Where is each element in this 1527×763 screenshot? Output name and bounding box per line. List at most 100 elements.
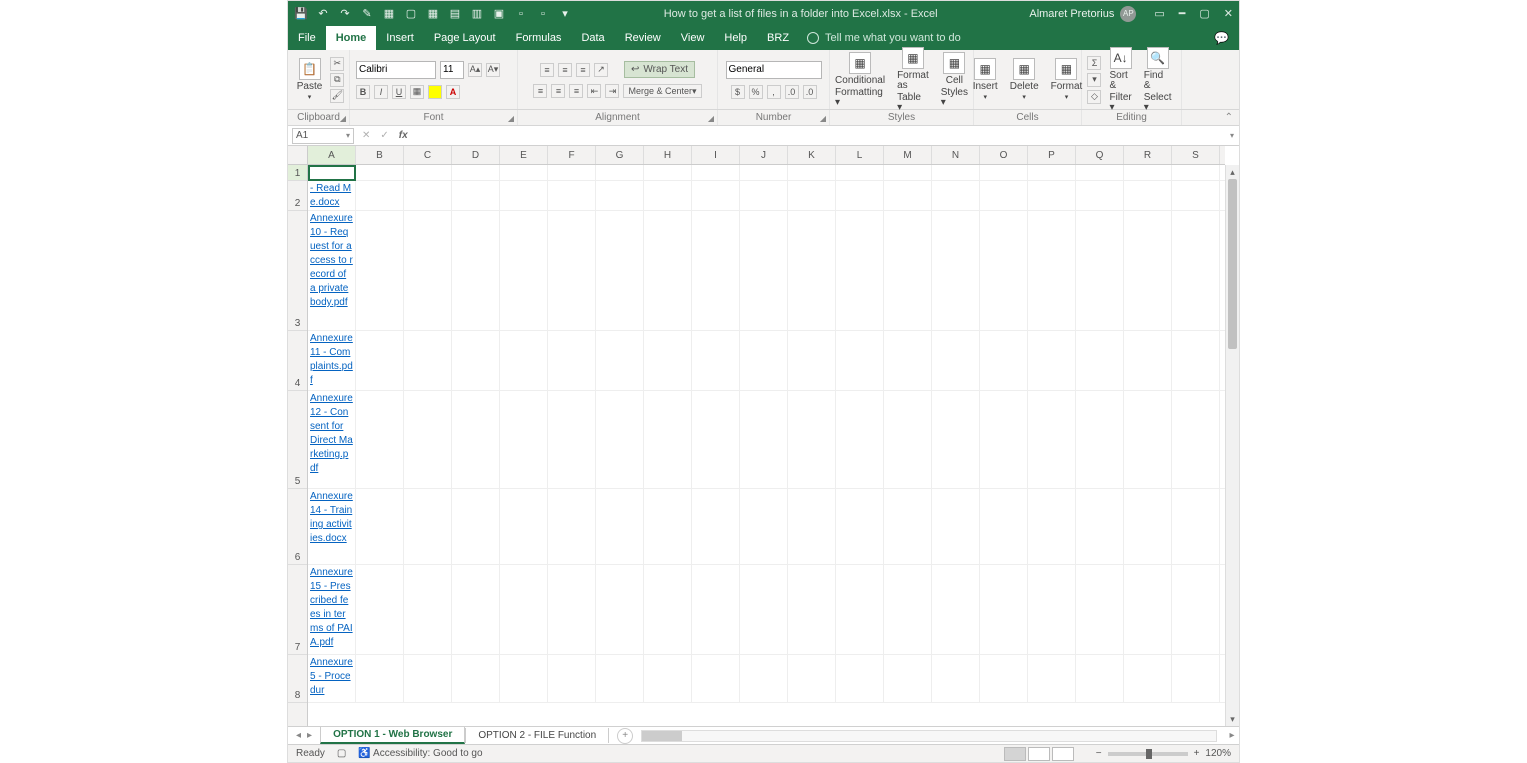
scroll-up-icon[interactable]: ▴ <box>1226 165 1239 179</box>
cell[interactable]: Annexure 15 - Prescribed fees in terms o… <box>308 565 356 655</box>
cancel-formula-icon[interactable]: ✕ <box>362 130 370 141</box>
cell[interactable]: Annexure 10 - Request for access to reco… <box>308 211 356 331</box>
cell[interactable] <box>452 391 500 489</box>
cell[interactable] <box>596 655 644 703</box>
cell[interactable] <box>1028 655 1076 703</box>
cell-styles-button[interactable]: ▦ Cell Styles ▾ <box>937 52 972 108</box>
column-header[interactable]: I <box>692 146 740 164</box>
cell[interactable] <box>452 331 500 391</box>
row-header[interactable]: 8 <box>288 655 307 703</box>
cell[interactable] <box>1076 165 1124 181</box>
cell[interactable] <box>692 391 740 489</box>
accounting-icon[interactable]: $ <box>731 85 745 99</box>
cell[interactable] <box>500 565 548 655</box>
cell[interactable] <box>932 165 980 181</box>
cell[interactable] <box>980 165 1028 181</box>
italic-button[interactable]: I <box>374 85 388 99</box>
cell[interactable] <box>884 331 932 391</box>
cell[interactable] <box>644 181 692 211</box>
cell[interactable]: - Read Me.docx <box>308 181 356 211</box>
cell[interactable] <box>932 655 980 703</box>
row-header[interactable]: 2 <box>288 181 307 211</box>
sort-filter-button[interactable]: A↓ Sort & Filter ▾ <box>1105 47 1135 113</box>
worksheet-grid[interactable]: ABCDEFGHIJKLMNOPQRS 12345678 - Read Me.d… <box>288 146 1239 726</box>
cell[interactable] <box>452 489 500 565</box>
cell[interactable] <box>404 165 452 181</box>
cell[interactable] <box>548 331 596 391</box>
cell[interactable] <box>1124 165 1172 181</box>
cell[interactable] <box>1076 391 1124 489</box>
border-icon-1[interactable]: ▢ <box>404 7 418 21</box>
cell[interactable] <box>548 565 596 655</box>
cell[interactable] <box>836 655 884 703</box>
align-left-icon[interactable]: ≡ <box>533 84 547 98</box>
border-icon-2[interactable]: ▦ <box>426 7 440 21</box>
cell[interactable] <box>356 391 404 489</box>
comma-icon[interactable]: , <box>767 85 781 99</box>
cell[interactable] <box>596 165 644 181</box>
tab-home[interactable]: Home <box>326 26 377 50</box>
cell[interactable] <box>980 489 1028 565</box>
fx-icon[interactable]: fx <box>399 130 408 141</box>
cell[interactable] <box>644 331 692 391</box>
align-top-icon[interactable]: ≡ <box>540 63 554 77</box>
sheet-tab-option2[interactable]: OPTION 2 - FILE Function <box>465 728 609 743</box>
cell[interactable] <box>1124 391 1172 489</box>
cell[interactable] <box>884 489 932 565</box>
cell[interactable] <box>1124 489 1172 565</box>
cell[interactable] <box>404 331 452 391</box>
cell[interactable] <box>1076 181 1124 211</box>
tab-formulas[interactable]: Formulas <box>506 26 572 50</box>
conditional-formatting-button[interactable]: ▦ Conditional Formatting ▾ <box>831 52 889 108</box>
font-name-input[interactable] <box>356 61 436 79</box>
fill-color-button[interactable] <box>428 85 442 99</box>
indent-increase-icon[interactable]: ⇥ <box>605 84 619 98</box>
cell[interactable] <box>1172 165 1220 181</box>
row-header[interactable]: 1 <box>288 165 307 181</box>
column-header[interactable]: F <box>548 146 596 164</box>
cell[interactable] <box>692 489 740 565</box>
ribbon-options-icon[interactable]: ▭ <box>1154 7 1164 20</box>
cell[interactable] <box>548 655 596 703</box>
dialog-launcher-icon[interactable]: ◢ <box>508 114 514 123</box>
cell[interactable] <box>740 181 788 211</box>
tab-view[interactable]: View <box>671 26 715 50</box>
cell[interactable] <box>1028 165 1076 181</box>
font-color-button[interactable]: A <box>446 85 460 99</box>
column-header[interactable]: S <box>1172 146 1220 164</box>
cell[interactable] <box>692 565 740 655</box>
cell[interactable] <box>788 331 836 391</box>
zoom-level[interactable]: 120% <box>1205 748 1231 759</box>
cell[interactable] <box>692 655 740 703</box>
column-header[interactable]: L <box>836 146 884 164</box>
wrap-text-button[interactable]: ↩ Wrap Text <box>624 61 695 78</box>
minimize-icon[interactable]: ━ <box>1179 7 1186 20</box>
delete-cells-button[interactable]: ▦ Delete ▾ <box>1006 58 1043 101</box>
scroll-down-icon[interactable]: ▾ <box>1226 712 1239 726</box>
cell[interactable] <box>788 181 836 211</box>
cell[interactable] <box>500 655 548 703</box>
cell[interactable] <box>596 565 644 655</box>
cell[interactable] <box>452 211 500 331</box>
cell[interactable] <box>404 181 452 211</box>
page-break-view-button[interactable] <box>1052 747 1074 761</box>
cell[interactable] <box>500 165 548 181</box>
qat-icon-2[interactable]: ▫ <box>514 7 528 21</box>
cell[interactable] <box>980 211 1028 331</box>
cell[interactable] <box>740 655 788 703</box>
cell[interactable] <box>740 165 788 181</box>
cells-area[interactable]: - Read Me.docxAnnexure 10 - Request for … <box>308 165 1225 726</box>
cell[interactable] <box>356 211 404 331</box>
indent-decrease-icon[interactable]: ⇤ <box>587 84 601 98</box>
cut-icon[interactable]: ✂ <box>330 57 344 71</box>
undo-icon[interactable]: ↶ <box>316 7 330 21</box>
tab-file[interactable]: File <box>288 26 326 50</box>
cell[interactable] <box>548 211 596 331</box>
cell[interactable] <box>980 565 1028 655</box>
account-area[interactable]: Almaret Pretorius AP <box>1029 6 1136 22</box>
select-all-button[interactable] <box>288 146 308 165</box>
tab-help[interactable]: Help <box>714 26 757 50</box>
cell[interactable] <box>1172 655 1220 703</box>
cell[interactable] <box>932 181 980 211</box>
cell[interactable] <box>500 489 548 565</box>
